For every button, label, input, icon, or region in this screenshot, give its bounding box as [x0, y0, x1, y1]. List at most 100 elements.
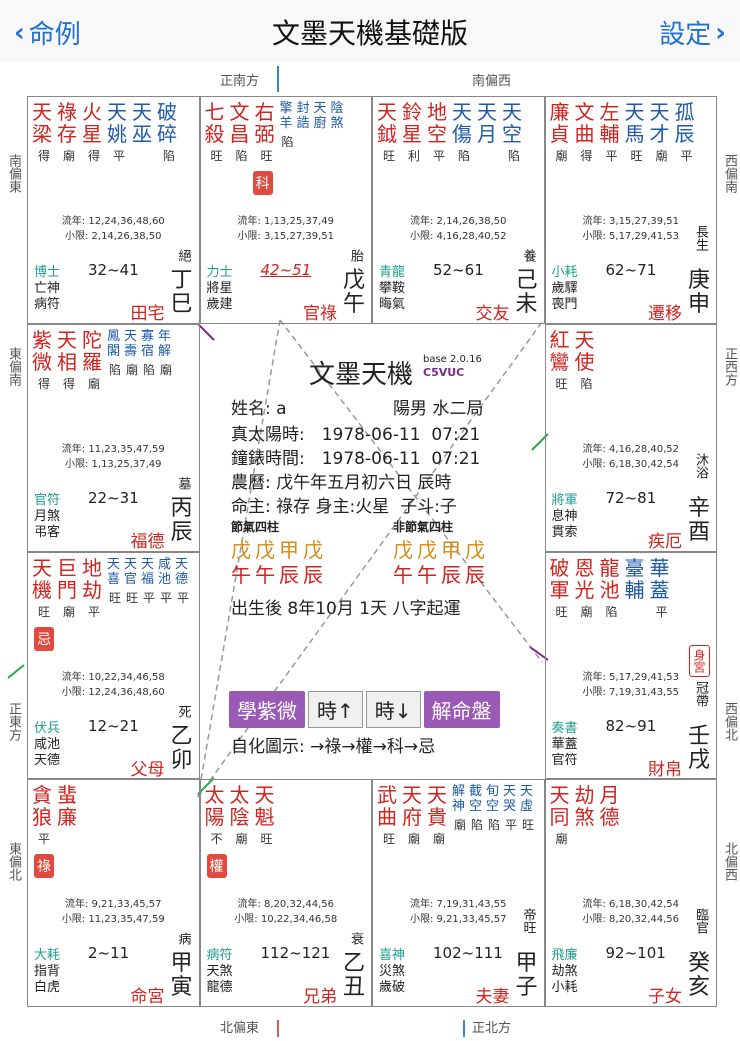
spirit-2: 將星	[206, 281, 233, 296]
star: 寡宿陷	[141, 329, 157, 392]
palace-name: 子女	[648, 987, 682, 1007]
liunian: 流年: 8,20,32,44,56	[237, 899, 335, 911]
time-up-button[interactable]: 時↑	[308, 691, 363, 728]
palace-cell[interactable]: 天鉞旺鈴星利地空平天傷陷天月 天空陷流年: 2,14,26,38,50 小限: 4,…	[372, 96, 545, 324]
star-name: 天喜	[107, 556, 121, 587]
spirit-1: 病符	[206, 948, 233, 964]
spirit-1: 大耗	[34, 948, 61, 964]
ganzhi: 癸亥	[688, 951, 711, 1001]
age-range: 112~121	[260, 944, 331, 963]
spirit-1: 飛廉	[551, 948, 578, 964]
star-name: 破軍	[549, 555, 570, 602]
star-name: 封誥	[296, 101, 310, 131]
life-stage: 衰	[348, 932, 363, 946]
star-name: 破碎	[157, 100, 177, 146]
star: 封誥	[297, 101, 313, 164]
liunian: 流年: 2,14,26,38,50	[409, 216, 507, 227]
star-brightness: 旺	[555, 376, 568, 391]
star-brightness: 廟	[453, 818, 466, 833]
age-range: 82~91	[605, 716, 657, 735]
palace-cell[interactable]: 武曲旺天府廟天貴廟解神廟截空陷旬空陷天哭平天虛旺流年: 7,19,31,43,5…	[372, 779, 545, 1007]
hua-badge: 忌	[34, 626, 54, 651]
star: 天相得	[57, 329, 81, 392]
star: 天傷陷	[452, 101, 476, 164]
xiaoxian: 小限: 10,22,34,46,58	[234, 914, 338, 926]
palace-cell[interactable]: 廉貞廟文曲得左輔平天馬旺天才廟孤辰平流年: 3,15,27,39,51 小限: 5…	[544, 96, 717, 324]
spirit-1: 官符	[34, 492, 61, 508]
star-name: 咸池	[158, 556, 172, 587]
time-down-button[interactable]: 時↓	[365, 691, 421, 728]
palace-name: 田宅	[130, 304, 165, 324]
star: 天空陷	[502, 101, 526, 164]
settings-button[interactable]: 設定 ›	[659, 14, 726, 51]
interpret-chart-button[interactable]: 解命盤	[423, 691, 500, 728]
center-panel: 文墨天機 base 2.0.16 C5VUC 姓名: a 陽男 水二局 真太陽時…	[197, 354, 542, 809]
star-brightness: 平	[159, 590, 172, 605]
star-brightness: 得	[37, 376, 50, 391]
palace-name: 福德	[130, 531, 165, 552]
star-name: 天傷	[452, 100, 472, 146]
arrow-diag-icon	[197, 323, 215, 341]
star-name: 地空	[427, 100, 447, 146]
star: 天喜旺	[107, 557, 123, 620]
hua-badge: 科	[252, 171, 273, 195]
star-brightness: 得	[580, 149, 593, 163]
star-brightness: 旺	[260, 149, 273, 163]
liunian: 流年: 1,13,25,37,49	[237, 216, 335, 227]
spirit-list: 伏兵 咸池 天德	[34, 721, 60, 769]
spirit-2: 指背	[34, 964, 61, 980]
spirit-3: 白虎	[34, 980, 61, 996]
star-name: 天姚	[107, 100, 127, 146]
star-brightness: 旺	[125, 590, 138, 605]
life-stage: 沐浴	[693, 452, 708, 479]
hua-badge: 權	[206, 854, 227, 879]
pillars-nonjieqi: 戊戊甲戊 午午辰辰	[393, 538, 489, 588]
star: 天官旺	[124, 557, 140, 620]
palace-cell[interactable]: 七殺旺文昌陷右弼旺擎羊陷封誥 天廚 陰煞科流年: 1,13,25,37,49 小限: …	[199, 96, 372, 324]
star-brightness: 陷	[580, 376, 593, 391]
learn-ziwei-button[interactable]: 學紫微	[229, 691, 305, 728]
name-field: 姓名: a	[231, 399, 287, 419]
star-brightness: 廟	[159, 362, 172, 377]
lords: 命主: 祿存 身主:火星 子斗:子	[231, 497, 457, 517]
star: 右弼旺	[255, 101, 279, 164]
star: 天使陷	[575, 329, 599, 392]
star-brightness: 平	[142, 590, 155, 605]
star: 貪狼平	[32, 784, 56, 847]
palace-cell[interactable]: 太陽不太陰廟天魁旺權流年: 8,20,32,44,56 小限: 10,22,34,…	[199, 779, 372, 1007]
jieqi-label: 節氣四柱	[231, 520, 280, 534]
star-brightness: 廟	[432, 832, 445, 847]
star: 年解廟	[158, 329, 174, 392]
palace-cell[interactable]: 天梁得祿存廟火星得天姚平天巫 破碎陷流年: 12,24,36,48,60 小限: 2…	[27, 96, 200, 324]
solar-time: 真太陽時: 1978-06-11 07:21	[231, 425, 481, 445]
palace-name: 命宮	[130, 987, 165, 1007]
palace-cell[interactable]: 天同廟劫煞 月德 流年: 6,18,30,42,54 小限: 8,20,32,44,5…	[544, 779, 717, 1007]
palace-cell[interactable]: 破軍旺恩光廟龍池陷臺輔 華蓋平身宮 流年: 5,17,29,41,53 小限: 7,1…	[544, 551, 717, 780]
ganzhi: 壬戌	[688, 723, 711, 773]
life-stage: 絕	[175, 249, 191, 262]
spirit-3: 貫索	[551, 524, 578, 540]
palace-cell[interactable]: 天機旺巨門廟地劫平天喜旺天官旺天福平咸池平天德平忌流年: 10,22,34,46…	[27, 551, 200, 780]
pillars-nonjieqi-bottom: 午午辰辰	[393, 563, 489, 587]
star-name: 地劫	[82, 555, 102, 602]
spirit-3: 官符	[551, 752, 578, 768]
spirit-1: 力士	[206, 265, 233, 280]
age-range: 2~11	[88, 944, 130, 963]
spirit-list: 青龍 攀鞍 晦氣	[379, 265, 405, 313]
star-name: 天鉞	[377, 100, 397, 146]
palace-cell[interactable]: 紅鸞旺天使陷流年: 4,16,28,40,52 小限: 6,18,30,42,54…	[544, 323, 717, 552]
star-brightness: 得	[87, 149, 100, 163]
palace-cell[interactable]: 貪狼平蜚廉祿流年: 9,21,33,45,57 小限: 11,23,35,47,5…	[27, 779, 200, 1007]
star-brightness: 旺	[382, 832, 395, 847]
age-range: 52~61	[433, 261, 484, 279]
palace-cell[interactable]: 紫微得天相得陀羅廟鳳閣陷天壽廟寡宿陷年解廟流年: 11,23,35,47,59 小…	[27, 323, 200, 552]
star: 紫微得	[32, 329, 56, 392]
star-brightness: 廟	[62, 604, 75, 619]
spirit-2: 劫煞	[551, 964, 578, 980]
star-name: 龍池	[599, 555, 620, 602]
star-name: 天馬	[624, 100, 645, 146]
chevron-right-icon: ›	[715, 17, 726, 48]
star-list: 天梁得祿存廟火星得天姚平天巫 破碎陷	[32, 101, 181, 164]
spirit-2: 歲驛	[551, 281, 578, 296]
star-brightness: 廟	[62, 149, 75, 163]
